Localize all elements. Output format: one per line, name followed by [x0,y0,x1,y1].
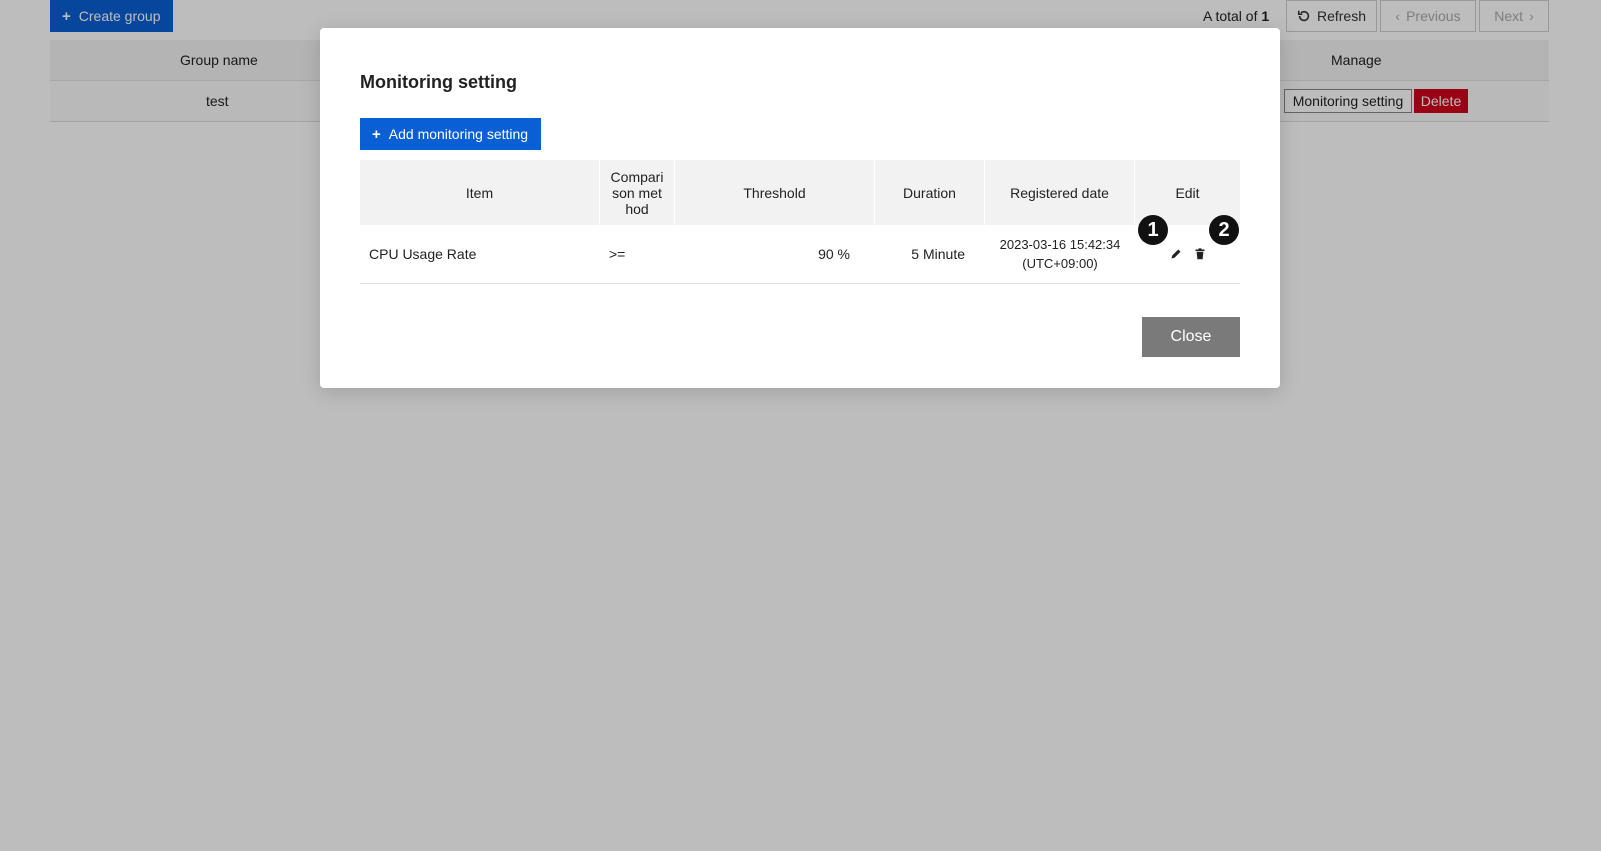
plus-icon: + [372,125,381,143]
column-comparison-method: Compari son met hod [600,160,675,225]
monitoring-table-header: Item Compari son met hod Threshold Durat… [360,160,1240,225]
threshold-cell: 90 % [818,246,850,262]
table-row: CPU Usage Rate >= 90 % 5 Minute 2023-03-… [360,225,1240,284]
registered-date-line1: 2023-03-16 15:42:34 [999,237,1121,252]
column-registered-date: Registered date [985,160,1135,225]
registered-date-line2: (UTC+09:00) [1022,256,1098,271]
column-item: Item [360,160,600,225]
pencil-icon[interactable] [1167,245,1185,263]
column-duration: Duration [875,160,985,225]
comparison-cell: >= [609,246,626,262]
duration-cell: 5 Minute [911,246,965,262]
trash-icon[interactable] [1191,245,1209,263]
add-monitoring-setting-label: Add monitoring setting [388,126,529,142]
item-cell: CPU Usage Rate [369,246,477,262]
marker-edit: 1 [1138,215,1168,245]
monitoring-setting-modal: Monitoring setting + Add monitoring sett… [320,28,1280,388]
monitoring-table: Item Compari son met hod Threshold Durat… [360,160,1240,284]
column-threshold: Threshold [675,160,875,225]
add-monitoring-setting-button[interactable]: + Add monitoring setting [360,118,541,150]
marker-delete: 2 [1209,215,1239,245]
close-button[interactable]: Close [1142,317,1240,357]
modal-title: Monitoring setting [360,72,517,92]
registered-date-cell: 2023-03-16 15:42:34 (UTC+09:00) [985,225,1135,283]
